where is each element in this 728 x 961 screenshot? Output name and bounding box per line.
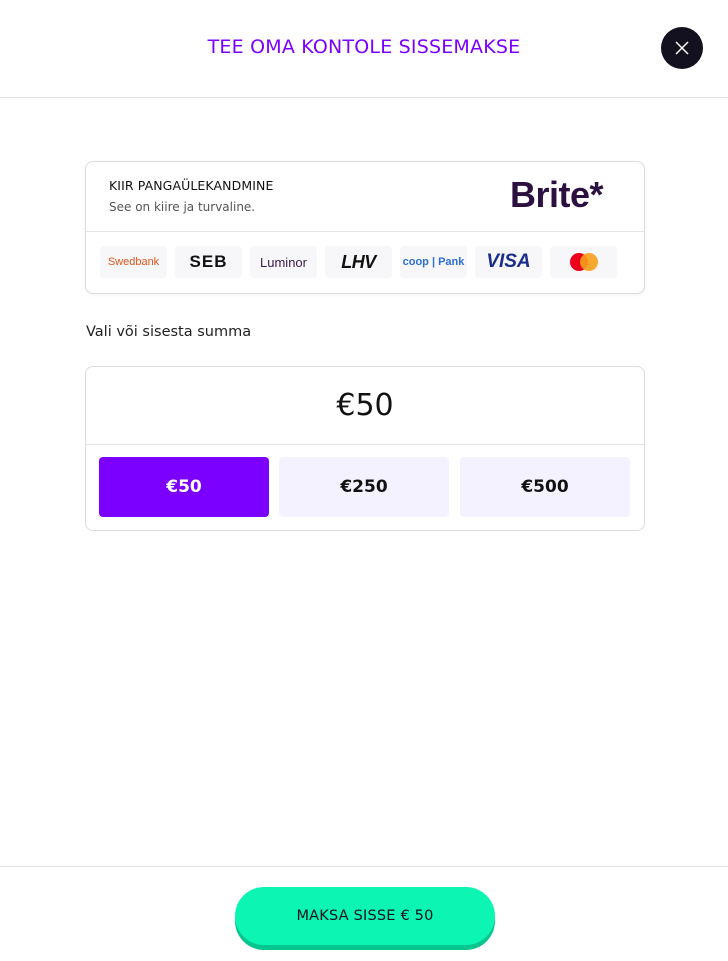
- amount-option-50[interactable]: €50: [99, 457, 269, 517]
- brite-logo: Brite*: [510, 174, 604, 215]
- amount-selector: €50 €50 €250 €500: [85, 366, 645, 531]
- luminor-logo: Luminor: [250, 246, 317, 278]
- provider-name: KIIR PANGAÜLEKANDMINE: [109, 178, 274, 193]
- footer: MAKSA SISSE € 50: [0, 866, 728, 961]
- provider-header: KIIR PANGAÜLEKANDMINE See on kiire ja tu…: [86, 162, 644, 232]
- amount-label: Vali või sisesta summa: [86, 324, 252, 340]
- header: TEE OMA KONTOLE SISSEMAKSE: [0, 0, 728, 98]
- mastercard-logo: [550, 246, 617, 278]
- seb-logo: SEB: [175, 246, 242, 278]
- visa-logo: VISA: [475, 246, 542, 278]
- amount-option-500[interactable]: €500: [460, 457, 630, 517]
- provider-description: See on kiire ja turvaline.: [109, 200, 256, 214]
- page-title: TEE OMA KONTOLE SISSEMAKSE: [207, 36, 521, 58]
- bank-logos: Swedbank SEB Luminor LHV coop | Pank VIS…: [100, 246, 630, 280]
- pay-button[interactable]: MAKSA SISSE € 50: [235, 887, 495, 945]
- close-button[interactable]: [661, 27, 703, 69]
- amount-input[interactable]: €50: [86, 367, 644, 445]
- amount-option-250[interactable]: €250: [279, 457, 449, 517]
- close-icon: [675, 41, 689, 55]
- swedbank-logo: Swedbank: [100, 246, 167, 278]
- payment-provider-card[interactable]: KIIR PANGAÜLEKANDMINE See on kiire ja tu…: [85, 161, 645, 294]
- deposit-page: TEE OMA KONTOLE SISSEMAKSE KIIR PANGAÜLE…: [0, 0, 728, 961]
- lhv-logo: LHV: [325, 246, 392, 278]
- coop-pank-logo: coop | Pank: [400, 246, 467, 278]
- mastercard-icon: [569, 253, 598, 271]
